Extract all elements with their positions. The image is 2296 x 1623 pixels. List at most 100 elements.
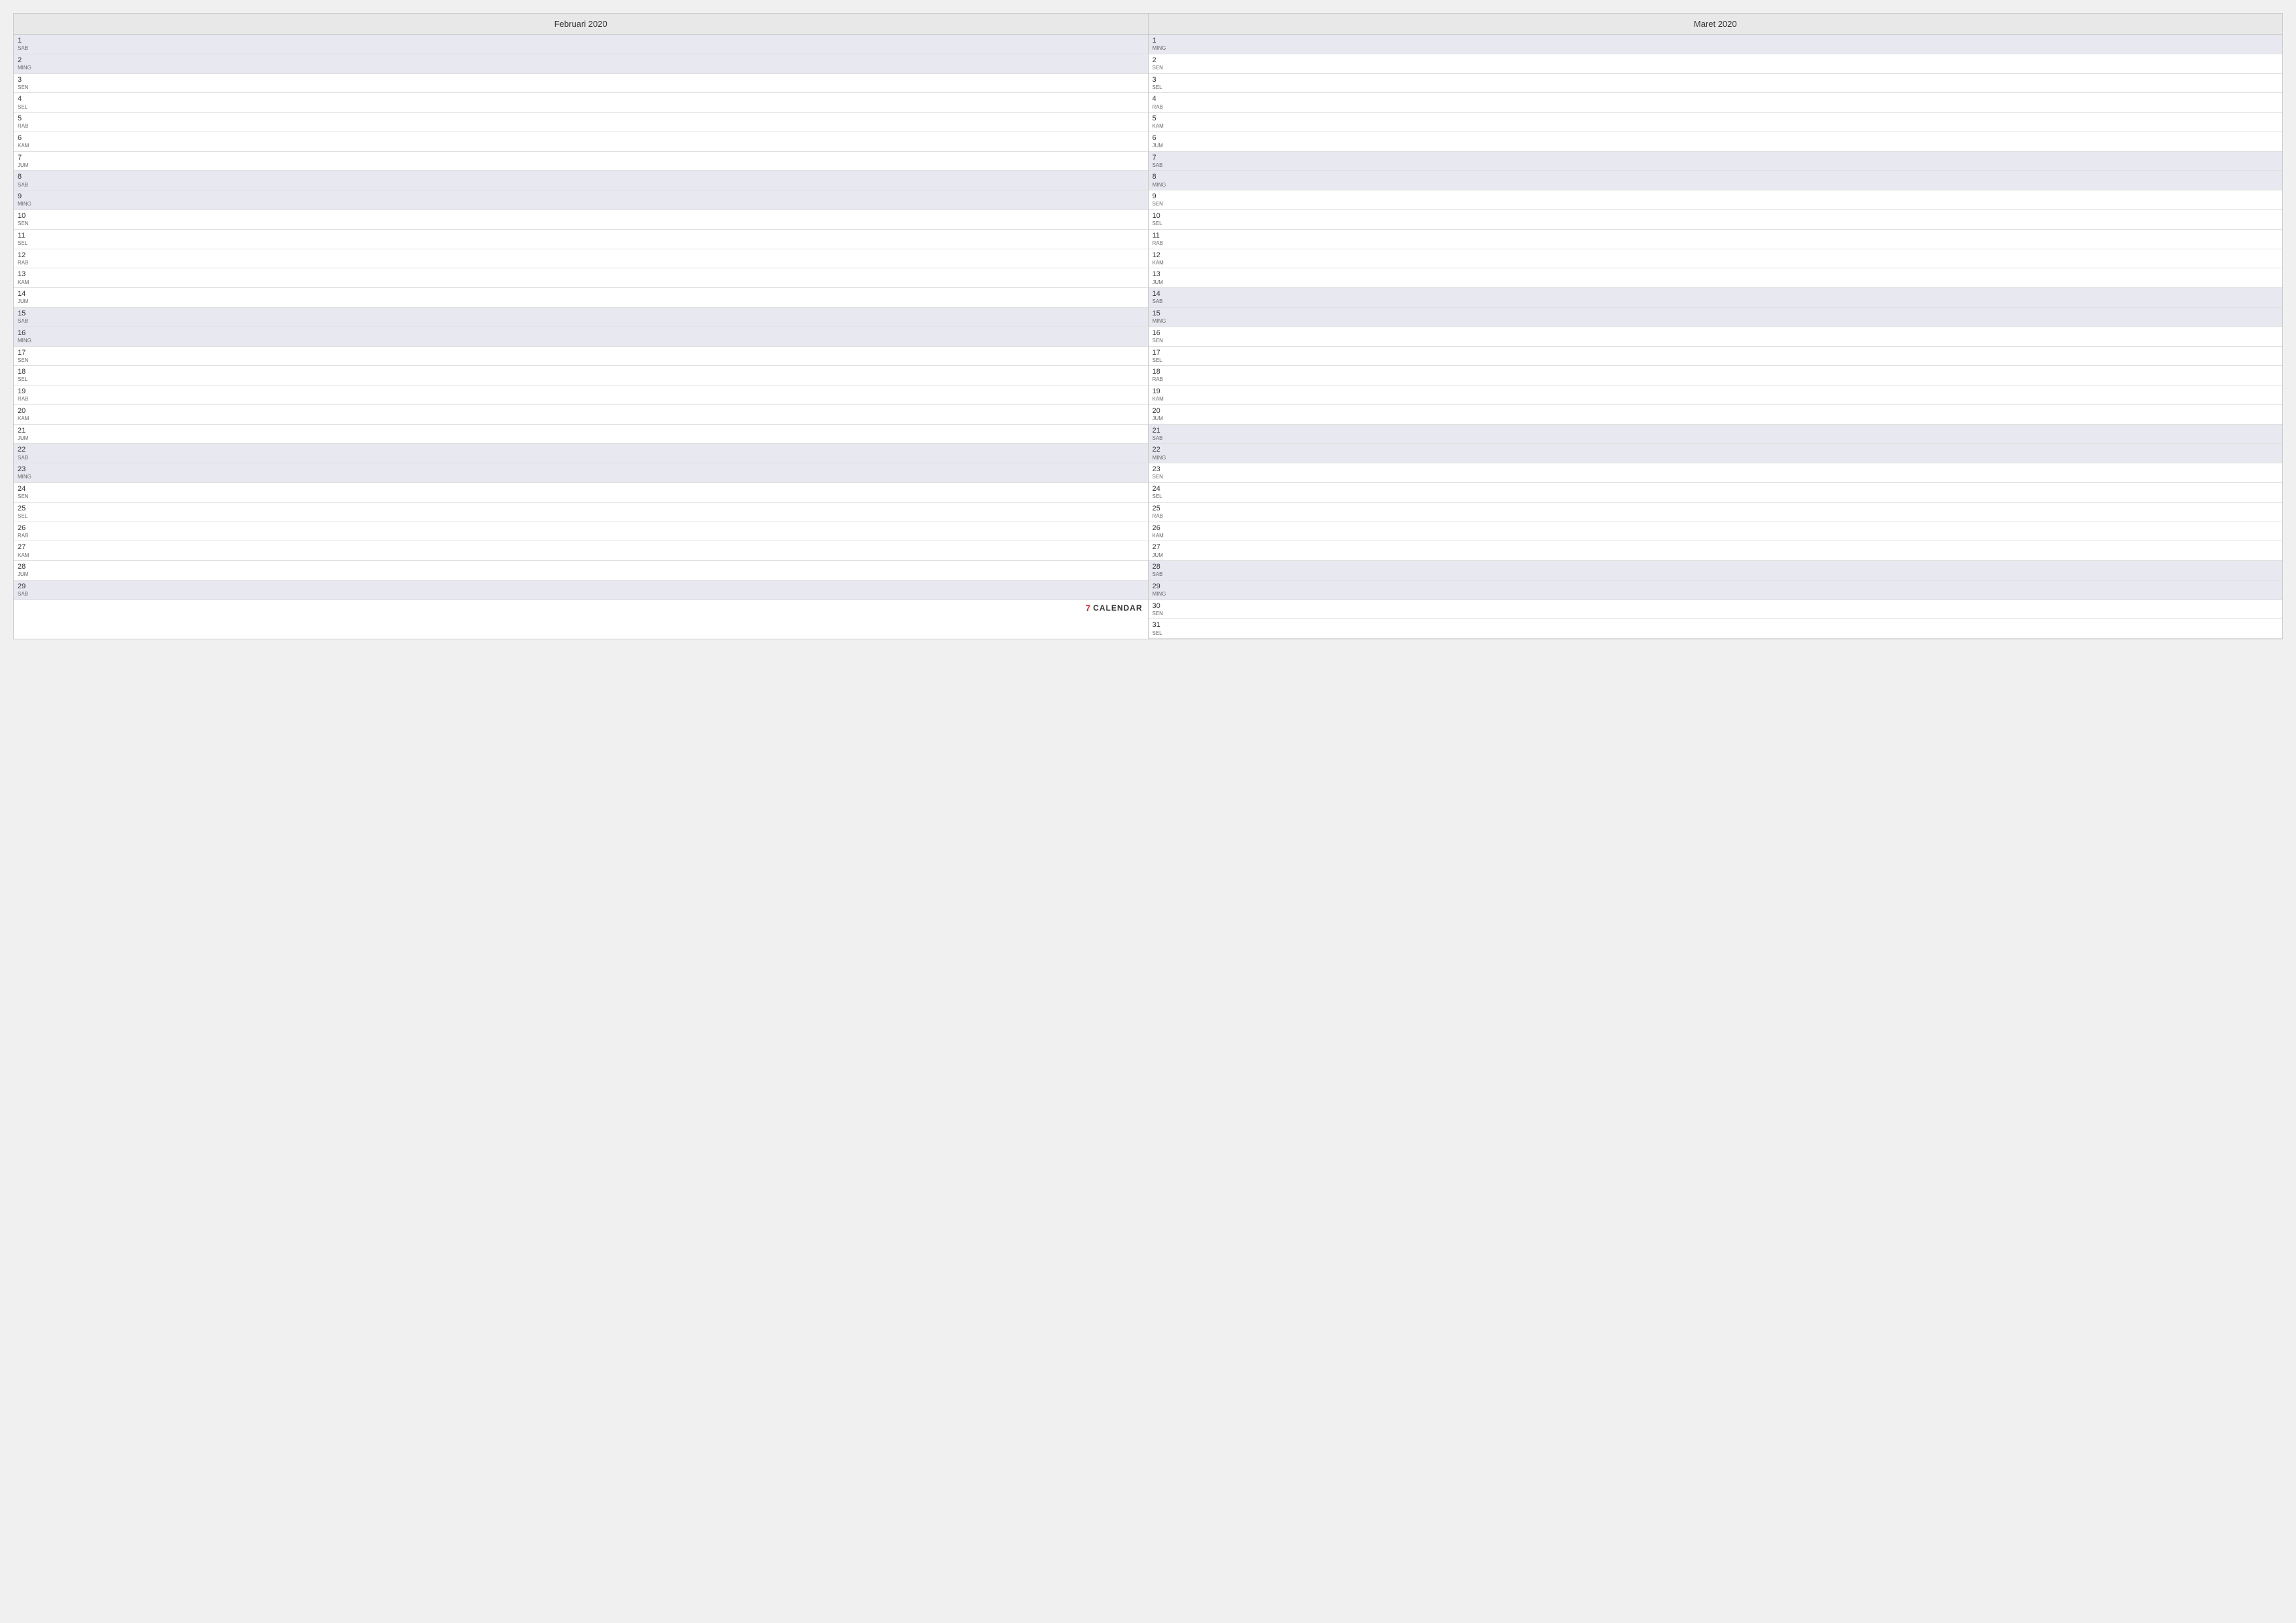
day-number: 29 [1153,582,1176,591]
day-number: 13 [18,270,41,279]
day-number: 18 [18,368,41,376]
day-info: 8SAB [18,173,41,188]
day-name: SEN [18,493,41,500]
day-number: 17 [1153,349,1176,357]
day-row: 31SEL [1149,619,2283,639]
day-number: 28 [1153,563,1176,571]
day-number: 2 [1153,56,1176,65]
day-info: 14JUM [18,290,41,305]
day-row: 3SEN [14,74,1148,94]
day-row: 6KAM [14,132,1148,152]
day-info: 19KAM [1153,387,1176,402]
day-info: 23MING [18,465,41,480]
day-row: 18RAB [1149,366,2283,385]
day-row: 1SAB [14,35,1148,54]
day-number: 5 [1153,115,1176,123]
day-info: 21SAB [1153,427,1176,442]
day-info: 4RAB [1153,95,1176,110]
day-row: 25RAB [1149,503,2283,522]
day-info: 8MING [1153,173,1176,188]
day-row: 4RAB [1149,93,2283,113]
day-number: 8 [1153,173,1176,181]
day-info: 19RAB [18,387,41,402]
day-info: 9SEN [1153,192,1176,207]
day-name: SAB [18,591,41,597]
day-number: 9 [1153,192,1176,201]
day-name: KAM [1153,260,1176,266]
day-name: MING [1153,318,1176,325]
march-section: Maret 2020 1MING2SEN3SEL4RAB5KAM6JUM7SAB… [1149,14,2283,639]
day-number: 28 [18,563,41,571]
day-info: 13JUM [1153,270,1176,285]
day-info: 11SEL [18,232,41,247]
day-info: 26KAM [1153,524,1176,539]
day-row: 24SEL [1149,483,2283,503]
day-name: RAB [18,123,41,130]
day-info: 9MING [18,192,41,207]
day-number: 11 [1153,232,1176,240]
day-name: RAB [1153,376,1176,383]
february-header: Februari 2020 [14,14,1148,35]
day-number: 25 [1153,505,1176,513]
day-info: 20JUM [1153,407,1176,422]
footer-branding: 7 CALENDAR [14,600,1148,616]
day-name: SEN [18,357,41,364]
day-number: 26 [18,524,41,533]
calendar-icon: 7 [1085,603,1090,613]
day-name: JUM [1153,279,1176,286]
day-row: 20KAM [14,405,1148,425]
day-name: SAB [18,318,41,325]
day-row: 1MING [1149,35,2283,54]
day-name: MING [1153,182,1176,188]
day-name: KAM [1153,396,1176,402]
day-name: SEL [18,104,41,111]
calendar-label: CALENDAR [1093,603,1142,613]
day-info: 15SAB [18,310,41,325]
day-name: SEN [1153,201,1176,207]
day-name: JUM [1153,416,1176,422]
february-section: Februari 2020 1SAB2MING3SEN4SEL5RAB6KAM7… [14,14,1149,639]
day-number: 17 [18,349,41,357]
day-name: SEN [1153,474,1176,480]
day-name: KAM [1153,533,1176,539]
day-name: KAM [1153,123,1176,130]
day-row: 8SAB [14,171,1148,190]
day-info: 13KAM [18,270,41,285]
day-name: JUM [18,298,41,305]
day-number: 4 [1153,95,1176,103]
day-name: SEL [1153,357,1176,364]
day-info: 20KAM [18,407,41,422]
day-info: 29MING [1153,582,1176,597]
day-name: MING [18,338,41,344]
day-number: 5 [18,115,41,123]
day-info: 27KAM [18,543,41,558]
day-number: 27 [1153,543,1176,552]
day-info: 1SAB [18,37,41,52]
day-info: 14SAB [1153,290,1176,305]
day-row: 7SAB [1149,152,2283,171]
day-info: 22SAB [18,446,41,461]
day-row: 5RAB [14,113,1148,132]
day-row: 7JUM [14,152,1148,171]
day-info: 24SEL [1153,485,1176,500]
day-name: JUM [18,571,41,578]
day-name: MING [1153,45,1176,52]
day-row: 27JUM [1149,541,2283,561]
day-row: 26RAB [14,522,1148,542]
day-row: 8MING [1149,171,2283,190]
day-row: 29MING [1149,580,2283,600]
day-row: 10SEL [1149,210,2283,230]
day-name: MING [1153,455,1176,461]
day-number: 12 [18,251,41,260]
day-name: RAB [18,533,41,539]
day-name: RAB [18,396,41,402]
day-name: SAB [18,455,41,461]
day-row: 3SEL [1149,74,2283,94]
day-row: 28SAB [1149,561,2283,580]
day-row: 26KAM [1149,522,2283,542]
day-info: 4SEL [18,95,41,110]
day-name: KAM [18,279,41,286]
day-row: 17SEN [14,347,1148,366]
day-info: 26RAB [18,524,41,539]
calendar-branding: 7 CALENDAR [1085,603,1142,613]
